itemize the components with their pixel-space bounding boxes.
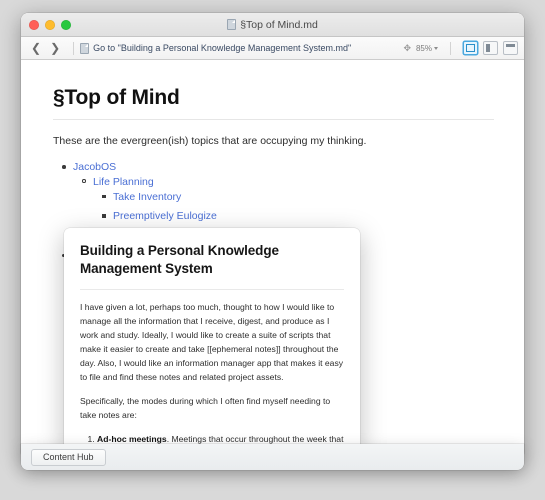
window-title: §Top of Mind.md	[240, 19, 318, 31]
caret-down-icon	[434, 47, 438, 50]
list-item: Take Inventory	[113, 190, 494, 205]
outline-link-preemptively-eulogize[interactable]: Preemptively Eulogize	[113, 210, 217, 222]
intro-paragraph: These are the evergreen(ish) topics that…	[53, 134, 494, 149]
dock-tab-content-hub[interactable]: Content Hub	[31, 449, 106, 466]
traffic-light-group	[21, 20, 71, 30]
outline-link-take-inventory[interactable]: Take Inventory	[113, 191, 181, 203]
view-mode-group	[457, 41, 518, 55]
zoom-level-control[interactable]: 85%	[416, 44, 444, 53]
bottom-dock: Content Hub	[21, 444, 524, 470]
markdown-document-icon	[227, 19, 236, 30]
bullet-icon	[102, 195, 106, 199]
title-divider	[53, 119, 494, 120]
app-window: §Top of Mind.md ❮ ❯ Go to "Building a Pe…	[21, 13, 524, 459]
toolbar: ❮ ❯ Go to "Building a Personal Knowledge…	[21, 37, 524, 60]
chevron-right-icon[interactable]: ❯	[50, 42, 60, 54]
minimize-window-icon[interactable]	[45, 20, 55, 30]
toolbar-divider	[73, 42, 74, 55]
view-split-icon[interactable]	[483, 41, 498, 55]
list-item: Preemptively Eulogize	[113, 209, 494, 224]
preview-paragraph-2: Specifically, the modes during which I o…	[80, 395, 344, 423]
outline-link-jacobos[interactable]: JacobOS	[73, 161, 116, 173]
view-editor-icon[interactable]	[463, 41, 478, 55]
bullet-icon	[82, 179, 86, 183]
bullet-icon	[102, 214, 106, 218]
view-preview-icon[interactable]	[503, 41, 518, 55]
bullet-icon	[62, 165, 66, 169]
link-preview-content: Building a Personal Knowledge Management…	[64, 228, 360, 452]
link-preview-popup[interactable]: Building a Personal Knowledge Management…	[64, 228, 360, 452]
window-title-group: §Top of Mind.md	[21, 19, 524, 31]
screen-root: §Top of Mind.md ❮ ❯ Go to "Building a Pe…	[0, 0, 545, 500]
nav-button-group: ❮ ❯	[27, 42, 67, 54]
document-icon	[80, 43, 89, 54]
breadcrumb[interactable]: Go to "Building a Personal Knowledge Man…	[80, 43, 398, 54]
chevron-left-icon[interactable]: ❮	[31, 42, 41, 54]
maximize-window-icon[interactable]	[61, 20, 71, 30]
window-titlebar[interactable]: §Top of Mind.md	[21, 13, 524, 37]
preview-divider	[80, 289, 344, 290]
toolbar-right-group: ✥ 85%	[398, 41, 518, 55]
preview-paragraph-1: I have given a lot, perhaps too much, th…	[80, 301, 344, 385]
shuffle-icon[interactable]: ✥	[398, 44, 416, 53]
zoom-level-label: 85%	[416, 44, 432, 53]
page-title: §Top of Mind	[53, 86, 494, 110]
close-window-icon[interactable]	[29, 20, 39, 30]
toolbar-divider-2	[450, 42, 451, 55]
preview-title: Building a Personal Knowledge Management…	[80, 242, 344, 278]
breadcrumb-label: Go to "Building a Personal Knowledge Man…	[93, 43, 351, 53]
outline-link-life-planning[interactable]: Life Planning	[93, 176, 154, 188]
